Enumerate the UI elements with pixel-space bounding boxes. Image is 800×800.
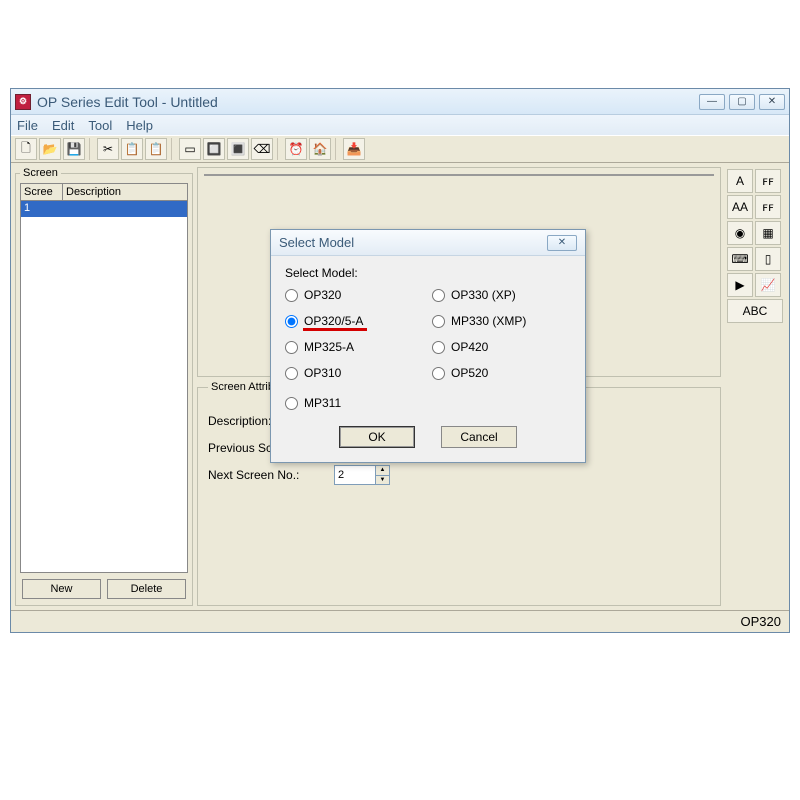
- menu-help[interactable]: Help: [126, 118, 153, 133]
- abc-tool-icon[interactable]: ABC: [727, 299, 783, 323]
- screen-icon[interactable]: ▭: [179, 138, 201, 160]
- radio-mp330xmp[interactable]: MP330 (XMP): [432, 314, 571, 328]
- col-screen[interactable]: Scree: [21, 184, 63, 200]
- lamp-tool-icon[interactable]: ◉: [727, 221, 753, 245]
- screen-panel-legend: Screen: [20, 167, 61, 179]
- alarm-icon[interactable]: ⏰: [285, 138, 307, 160]
- side-toolbox: A ꜰꜰ AA ꜰꜰ ◉ ▦ ⌨ ▯ ▶ 📈 ABC: [725, 167, 785, 606]
- home-icon[interactable]: 🏠: [309, 138, 331, 160]
- radio-input-mp325a[interactable]: [285, 341, 298, 354]
- radio-input-mp311[interactable]: [285, 397, 298, 410]
- grid-tool-icon[interactable]: ▦: [755, 221, 781, 245]
- radio-input-mp330xmp[interactable]: [432, 315, 445, 328]
- list-item[interactable]: 1: [21, 201, 187, 217]
- radio-mp311[interactable]: MP311: [285, 396, 571, 410]
- menu-edit[interactable]: Edit: [52, 118, 74, 133]
- radio-label: MP311: [304, 396, 341, 410]
- delete-screen-icon[interactable]: ⌫: [251, 138, 273, 160]
- status-model: OP320: [741, 614, 781, 629]
- dialog-heading: Select Model:: [285, 266, 571, 280]
- radio-label: MP330 (XMP): [451, 314, 526, 328]
- font-tool-icon[interactable]: ꜰꜰ: [755, 169, 781, 193]
- play-tool-icon[interactable]: ▶: [727, 273, 753, 297]
- radio-label: OP520: [451, 366, 488, 380]
- text2-tool-icon[interactable]: AA: [727, 195, 753, 219]
- radio-input-op520[interactable]: [432, 367, 445, 380]
- minimize-button[interactable]: —: [699, 94, 725, 110]
- app-icon: ⚙: [15, 94, 31, 110]
- radio-mp325a[interactable]: MP325-A: [285, 340, 424, 354]
- trend-tool-icon[interactable]: 📈: [755, 273, 781, 297]
- menu-file[interactable]: File: [17, 118, 38, 133]
- keypad-tool-icon[interactable]: ⌨: [727, 247, 753, 271]
- client-area: Screen Scree Description 1 New Delete: [11, 163, 789, 610]
- menu-tool[interactable]: Tool: [88, 118, 112, 133]
- toolbar-separator: [171, 138, 175, 160]
- radio-op330xp[interactable]: OP330 (XP): [432, 288, 571, 302]
- screen2-icon[interactable]: 🔲: [203, 138, 225, 160]
- new-screen-button[interactable]: New: [22, 579, 101, 599]
- toolbar-separator: [89, 138, 93, 160]
- radio-input-op3205a[interactable]: [285, 315, 298, 328]
- next-screen-spinner[interactable]: ▲ ▼: [334, 465, 390, 485]
- open-file-icon[interactable]: 📂: [39, 138, 61, 160]
- font2-tool-icon[interactable]: ꜰꜰ: [755, 195, 781, 219]
- text-tool-icon[interactable]: A: [727, 169, 753, 193]
- select-model-dialog: Select Model ✕ Select Model: OP320 OP330…: [270, 229, 586, 463]
- statusbar: OP320: [11, 610, 789, 632]
- dialog-close-button[interactable]: ✕: [547, 235, 577, 251]
- highlight-underline-icon: [303, 328, 367, 331]
- close-button[interactable]: ✕: [759, 94, 785, 110]
- screen3-icon[interactable]: 🔳: [227, 138, 249, 160]
- spin-down-icon[interactable]: ▼: [375, 475, 389, 485]
- radio-label: OP320/5-A: [304, 314, 363, 328]
- radio-input-op420[interactable]: [432, 341, 445, 354]
- cancel-button[interactable]: Cancel: [441, 426, 517, 448]
- delete-screen-button[interactable]: Delete: [107, 579, 186, 599]
- list-item-desc: [63, 201, 187, 217]
- dialog-titlebar[interactable]: Select Model ✕: [271, 230, 585, 256]
- list-item-id: 1: [21, 201, 63, 217]
- main-window: ⚙ OP Series Edit Tool - Untitled — ▢ ✕ F…: [10, 88, 790, 633]
- new-file-icon[interactable]: 🗋: [15, 138, 37, 160]
- radio-label: OP310: [304, 366, 341, 380]
- dialog-title: Select Model: [279, 235, 354, 250]
- radio-label: MP325-A: [304, 340, 354, 354]
- toolbar-separator: [277, 138, 281, 160]
- toolbar: 🗋 📂 💾 ✂ 📋 📋 ▭ 🔲 🔳 ⌫ ⏰ 🏠 📥: [11, 135, 789, 163]
- radio-op3205a[interactable]: OP320/5-A: [285, 314, 424, 328]
- download-icon[interactable]: 📥: [343, 138, 365, 160]
- screen-panel: Screen Scree Description 1 New Delete: [15, 167, 193, 606]
- titlebar[interactable]: ⚙ OP Series Edit Tool - Untitled — ▢ ✕: [11, 89, 789, 115]
- screen-list-header: Scree Description: [20, 183, 188, 201]
- radio-label: OP320: [304, 288, 341, 302]
- spin-up-icon[interactable]: ▲: [375, 466, 389, 475]
- radio-op420[interactable]: OP420: [432, 340, 571, 354]
- bar-tool-icon[interactable]: ▯: [755, 247, 781, 271]
- design-canvas[interactable]: [204, 174, 714, 176]
- window-title: OP Series Edit Tool - Untitled: [37, 94, 699, 110]
- radio-input-op310[interactable]: [285, 367, 298, 380]
- model-radio-group: OP320 OP330 (XP) OP320/5-A MP330 (XMP): [285, 288, 571, 380]
- cut-icon[interactable]: ✂: [97, 138, 119, 160]
- save-file-icon[interactable]: 💾: [63, 138, 85, 160]
- next-screen-label: Next Screen No.:: [208, 468, 328, 482]
- radio-op310[interactable]: OP310: [285, 366, 424, 380]
- maximize-button[interactable]: ▢: [729, 94, 755, 110]
- next-screen-input[interactable]: [335, 466, 375, 484]
- menubar: File Edit Tool Help: [11, 115, 789, 135]
- col-description[interactable]: Description: [63, 184, 187, 200]
- radio-op520[interactable]: OP520: [432, 366, 571, 380]
- radio-label: OP330 (XP): [451, 288, 516, 302]
- radio-label: OP420: [451, 340, 488, 354]
- paste-icon[interactable]: 📋: [145, 138, 167, 160]
- ok-button[interactable]: OK: [339, 426, 415, 448]
- toolbar-separator: [335, 138, 339, 160]
- copy-icon[interactable]: 📋: [121, 138, 143, 160]
- radio-input-op320[interactable]: [285, 289, 298, 302]
- screen-list[interactable]: 1: [20, 201, 188, 573]
- radio-input-op330xp[interactable]: [432, 289, 445, 302]
- radio-op320[interactable]: OP320: [285, 288, 424, 302]
